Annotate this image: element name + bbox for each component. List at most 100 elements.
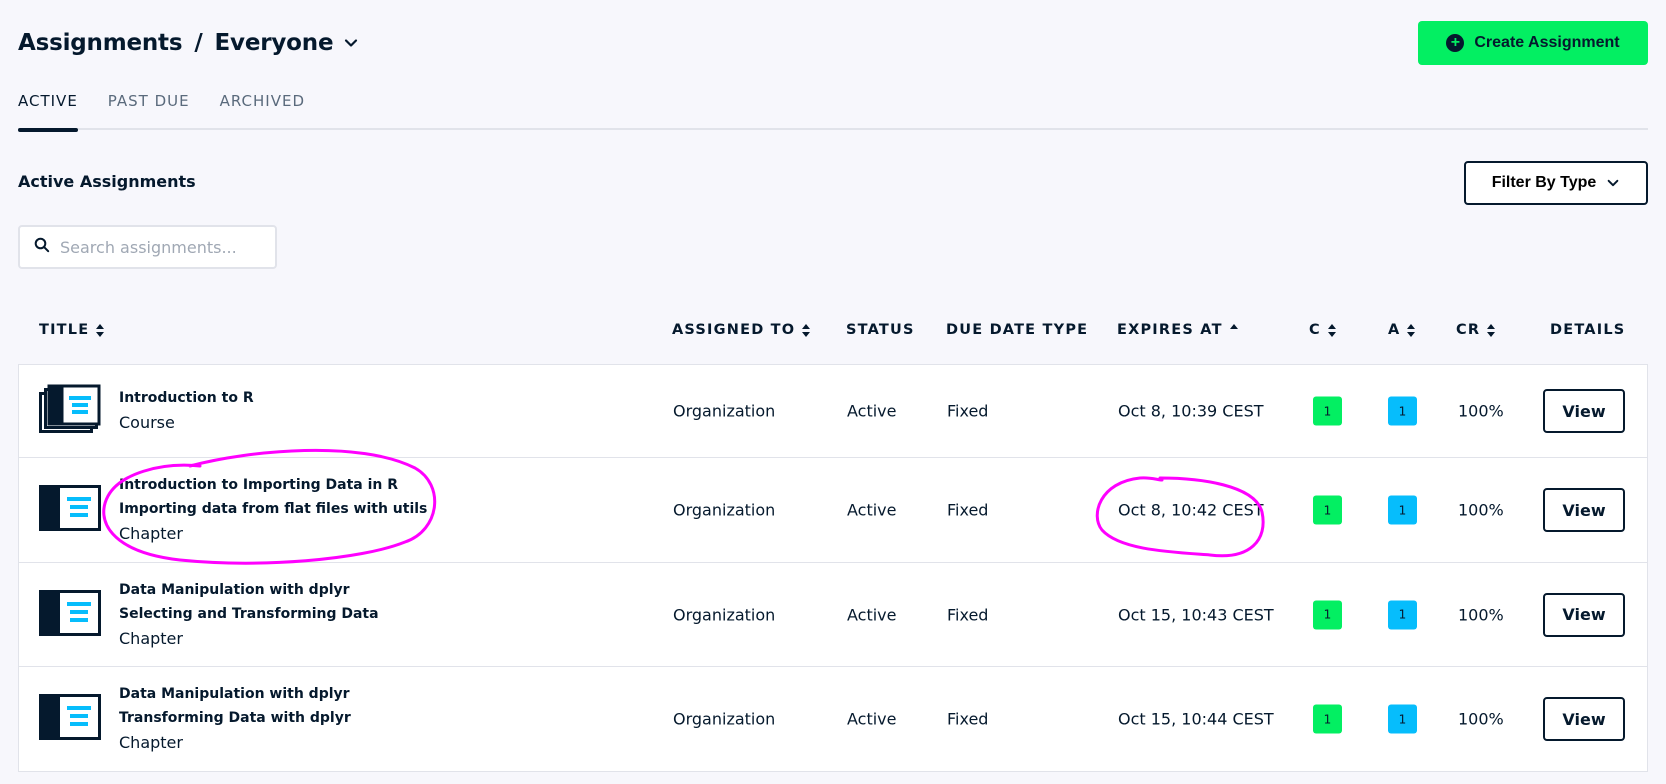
tab-archived[interactable]: ARCHIVED [220, 84, 305, 130]
view-button[interactable]: View [1543, 389, 1625, 433]
completion-rate-cell: 100% [1458, 605, 1504, 624]
chevron-down-icon[interactable] [343, 35, 359, 51]
col-cr[interactable]: CR [1456, 322, 1496, 338]
completion-rate-cell: 100% [1458, 401, 1504, 421]
chapter-icon [39, 694, 101, 744]
view-button[interactable]: View [1543, 592, 1625, 637]
completed-badge: 1 [1313, 396, 1342, 426]
assignment-type: Chapter [119, 628, 183, 648]
table-header: TITLE ASSIGNED TO STATUS DUE DATE TYPE E… [18, 308, 1648, 364]
col-c[interactable]: C [1309, 322, 1336, 338]
sort-icon [1487, 323, 1496, 337]
title-line: Introduction to R [119, 390, 254, 406]
page-header: Assignments / Everyone [18, 22, 359, 64]
assigned-badge: 1 [1388, 704, 1417, 734]
search-input[interactable] [60, 237, 260, 257]
completion-rate-cell: 100% [1458, 709, 1504, 729]
status-cell: Active [847, 500, 897, 520]
due-date-type-cell: Fixed [947, 500, 989, 520]
table-row: Introduction to R Course Organization Ac… [19, 365, 1647, 458]
col-assigned-to-label: ASSIGNED TO [672, 322, 796, 338]
table-row: Data Manipulation with dplyr Selecting a… [19, 563, 1647, 667]
title-line: Selecting and Transforming Data [119, 605, 379, 622]
assignment-title[interactable]: Introduction to R Course [119, 386, 254, 436]
sort-icon [1407, 323, 1416, 337]
table-body: Introduction to R Course Organization Ac… [18, 364, 1648, 772]
title-line: Transforming Data with dplyr [119, 710, 351, 726]
breadcrumb-separator: / [194, 30, 203, 56]
course-icon [39, 384, 101, 438]
col-expires-at-label: EXPIRES AT [1117, 322, 1223, 338]
col-title-label: TITLE [39, 322, 90, 338]
assignments-table: TITLE ASSIGNED TO STATUS DUE DATE TYPE E… [18, 308, 1648, 772]
sort-ascending-icon [1229, 323, 1238, 337]
expires-at-cell: Oct 8, 10:39 CEST [1118, 401, 1264, 421]
tab-active[interactable]: ACTIVE [18, 84, 78, 132]
completed-badge: 1 [1313, 704, 1342, 734]
assignment-title[interactable]: Introduction to Importing Data in R Impo… [119, 473, 427, 547]
plus-circle-icon: + [1446, 34, 1465, 52]
view-button[interactable]: View [1543, 488, 1625, 532]
col-due-date-type: DUE DATE TYPE [946, 322, 1088, 338]
due-date-type-cell: Fixed [947, 709, 989, 729]
status-cell: Active [847, 401, 897, 421]
sort-icon [802, 323, 811, 337]
filter-label: Filter By Type [1491, 174, 1597, 191]
expires-at-cell: Oct 8, 10:42 CEST [1118, 500, 1264, 520]
create-assignment-label: Create Assignment [1474, 34, 1620, 51]
due-date-type-cell: Fixed [947, 605, 989, 624]
col-c-label: C [1309, 322, 1321, 338]
assigned-badge: 1 [1388, 600, 1417, 629]
chapter-icon [39, 589, 101, 640]
assigned-badge: 1 [1388, 495, 1417, 525]
col-title[interactable]: TITLE [39, 322, 105, 338]
search-box [18, 225, 277, 269]
view-button[interactable]: View [1543, 697, 1625, 741]
status-cell: Active [847, 605, 897, 624]
col-status: STATUS [846, 322, 915, 338]
col-status-label: STATUS [846, 322, 915, 338]
filter-by-type-button[interactable]: Filter By Type [1464, 161, 1648, 205]
completed-badge: 1 [1313, 600, 1342, 629]
assignment-title[interactable]: Data Manipulation with dplyr Transformin… [119, 682, 351, 756]
completed-badge: 1 [1313, 495, 1342, 525]
assigned-badge: 1 [1388, 396, 1417, 426]
due-date-type-cell: Fixed [947, 401, 989, 421]
breadcrumb-current[interactable]: Everyone [215, 30, 334, 56]
col-details-label: DETAILS [1550, 322, 1626, 338]
assigned-to-cell: Organization [673, 401, 776, 421]
title-line: Importing data from flat files with util… [119, 501, 428, 517]
completion-rate-cell: 100% [1458, 500, 1504, 520]
title-line: Data Manipulation with dplyr [119, 686, 350, 702]
tab-past-due[interactable]: PAST DUE [108, 84, 190, 130]
title-line: Data Manipulation with dplyr [119, 581, 350, 598]
chapter-icon [39, 485, 101, 535]
col-expires-at[interactable]: EXPIRES AT [1117, 322, 1238, 338]
col-due-date-type-label: DUE DATE TYPE [946, 322, 1089, 338]
create-assignment-button[interactable]: + Create Assignment [1418, 21, 1648, 65]
status-cell: Active [847, 709, 897, 729]
col-assigned-to[interactable]: ASSIGNED TO [672, 322, 811, 338]
breadcrumb-root[interactable]: Assignments [18, 30, 183, 56]
chevron-down-icon [1606, 176, 1620, 190]
col-details: DETAILS [1550, 322, 1625, 338]
expires-at-cell: Oct 15, 10:44 CEST [1118, 709, 1274, 729]
assigned-to-cell: Organization [673, 605, 776, 624]
assignment-type: Chapter [119, 524, 183, 543]
expires-at-cell: Oct 15, 10:43 CEST [1118, 605, 1274, 624]
col-a-label: A [1388, 322, 1401, 338]
table-row: Introduction to Importing Data in R Impo… [19, 458, 1647, 563]
tab-bar: ACTIVE PAST DUE ARCHIVED [18, 84, 1648, 132]
sort-icon [96, 323, 105, 337]
table-row: Data Manipulation with dplyr Transformin… [19, 667, 1647, 771]
sort-icon [1327, 323, 1336, 337]
search-icon [34, 237, 50, 257]
assignment-title[interactable]: Data Manipulation with dplyr Selecting a… [119, 578, 379, 652]
assignment-type: Chapter [119, 733, 183, 752]
breadcrumb: Assignments / Everyone [18, 30, 359, 56]
section-title: Active Assignments [18, 172, 196, 191]
col-a[interactable]: A [1388, 322, 1416, 338]
title-line: Introduction to Importing Data in R [119, 477, 399, 493]
assigned-to-cell: Organization [673, 709, 776, 729]
col-cr-label: CR [1456, 322, 1481, 338]
